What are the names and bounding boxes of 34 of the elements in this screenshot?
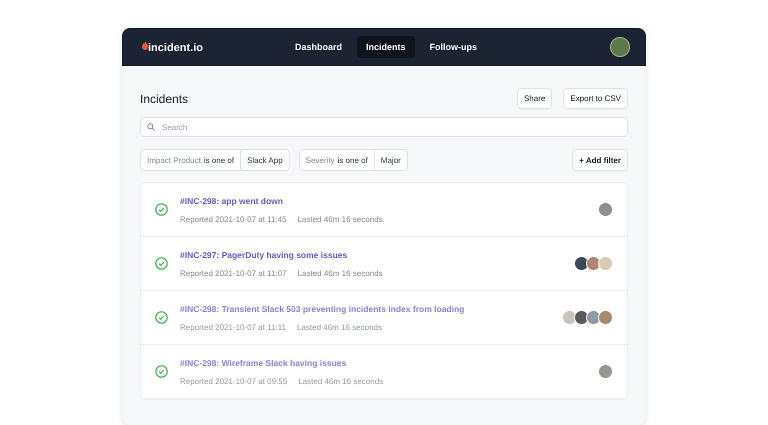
add-filter-button[interactable]: + Add filter (572, 149, 628, 171)
page-title: Incidents (140, 92, 188, 106)
nav-tab[interactable]: Incidents (357, 36, 415, 58)
logo-text: incident.io (148, 42, 203, 54)
duration: Lasted 46m 16 seconds (298, 376, 384, 386)
duration: Lasted 46m 16 seconds (298, 214, 383, 224)
incident-title[interactable]: #INC-297: PagerDuty having some issues (180, 250, 348, 260)
search-icon (147, 123, 155, 131)
filter-chip[interactable]: Impact Product is one of Slack App (140, 149, 290, 171)
reported-time: Reported 2021-10-07 at 09:55 (180, 376, 288, 386)
check-circle-icon (155, 365, 168, 378)
incident-title[interactable]: #INC-298: app went down (180, 196, 283, 206)
duration: Lasted 46m 16 seconds (297, 322, 382, 332)
filter-chip[interactable]: Severity is one of Major (298, 149, 408, 171)
filter-field: Impact Product (147, 156, 201, 164)
check-circle-icon (155, 311, 168, 324)
flame-icon (142, 40, 148, 50)
filter-value: Major (380, 156, 402, 164)
duration: Lasted 46m 16 seconds (298, 268, 383, 278)
action-button[interactable]: Export to CSV (563, 88, 628, 109)
nav-tab[interactable]: Follow-ups (420, 36, 486, 58)
reported-time: Reported 2021-10-07 at 11:07 (180, 268, 287, 278)
user-avatar[interactable] (610, 37, 630, 57)
filter-field: Severity (306, 156, 335, 164)
filter-operator: is one of (204, 156, 234, 164)
nav-tab[interactable]: Dashboard (286, 36, 351, 58)
filter-value: Slack App (246, 156, 284, 164)
reported-time: Reported 2021-10-07 at 11:11 (180, 322, 286, 332)
check-circle-icon (155, 203, 168, 216)
check-circle-icon (155, 257, 168, 270)
action-button[interactable]: Share (516, 88, 552, 109)
reported-time: Reported 2021-10-07 at 11:45 (180, 214, 287, 224)
search-field[interactable]: Search (140, 117, 628, 137)
filter-operator: is one of (338, 156, 368, 164)
